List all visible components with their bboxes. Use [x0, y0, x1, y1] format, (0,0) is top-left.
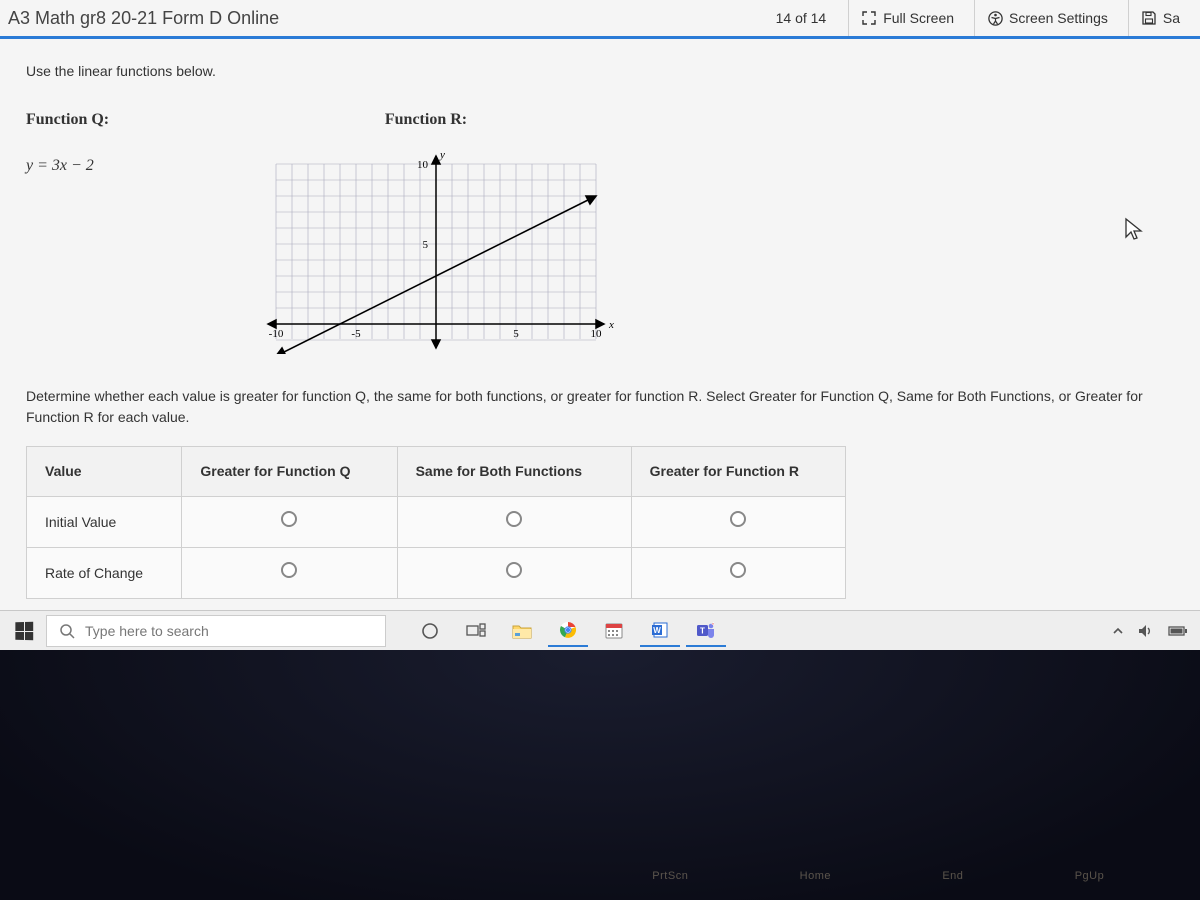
- function-q-block: Function Q: y = 3x − 2: [26, 108, 176, 354]
- function-key-row: PrtScn Home End PgUp: [0, 870, 1200, 882]
- header-controls: 14 of 14 Full Screen Screen Settings Sa: [762, 0, 1192, 36]
- fn-key: PrtScn: [652, 870, 688, 882]
- svg-text:-5: -5: [351, 328, 361, 340]
- question-prompt: Use the linear functions below.: [26, 61, 1174, 82]
- svg-text:-10: -10: [269, 328, 284, 340]
- tray-chevron-icon[interactable]: [1112, 625, 1124, 637]
- svg-text:x: x: [608, 319, 614, 331]
- fn-key: PgUp: [1075, 870, 1105, 882]
- file-explorer-icon[interactable]: [502, 615, 542, 647]
- chrome-icon[interactable]: [548, 615, 588, 647]
- radio-rate-same[interactable]: [506, 562, 522, 578]
- row-label-initial: Initial Value: [27, 497, 182, 548]
- svg-text:4: 4: [712, 622, 715, 628]
- svg-text:10: 10: [417, 159, 429, 171]
- volume-icon[interactable]: [1138, 624, 1154, 638]
- word-icon[interactable]: W: [640, 615, 680, 647]
- radio-rate-r[interactable]: [730, 562, 746, 578]
- mouse-cursor-icon: [1124, 217, 1144, 243]
- svg-text:10: 10: [591, 328, 603, 340]
- screen-settings-label: Screen Settings: [1009, 10, 1108, 26]
- fullscreen-icon: [861, 10, 877, 26]
- cortana-icon[interactable]: [410, 615, 450, 647]
- answer-table: Value Greater for Function Q Same for Bo…: [26, 446, 846, 599]
- function-r-graph: -10 -5 5 10 5 10 x y: [256, 144, 616, 354]
- header-bar: A3 Math gr8 20-21 Form D Online 14 of 14…: [0, 0, 1200, 36]
- taskbar-search[interactable]: Type here to search: [46, 615, 386, 647]
- fn-key: End: [942, 870, 963, 882]
- save-label: Sa: [1163, 10, 1180, 26]
- radio-initial-q[interactable]: [281, 511, 297, 527]
- table-row: Initial Value: [27, 497, 846, 548]
- search-placeholder: Type here to search: [85, 623, 209, 639]
- full-screen-label: Full Screen: [883, 10, 954, 26]
- function-q-label: Function Q:: [26, 108, 176, 132]
- svg-text:y: y: [439, 149, 445, 161]
- col-greater-r: Greater for Function R: [631, 447, 845, 497]
- table-row: Rate of Change: [27, 548, 846, 599]
- teams-icon[interactable]: T4: [686, 615, 726, 647]
- app-window: A3 Math gr8 20-21 Form D Online 14 of 14…: [0, 0, 1200, 640]
- screen-settings-button[interactable]: Screen Settings: [974, 0, 1120, 36]
- row-label-rate: Rate of Change: [27, 548, 182, 599]
- radio-rate-q[interactable]: [281, 562, 297, 578]
- question-content: Use the linear functions below. Function…: [0, 39, 1200, 609]
- save-button[interactable]: Sa: [1128, 0, 1192, 36]
- question-instructions: Determine whether each value is greater …: [26, 386, 1174, 428]
- taskbar: Type here to search W T4: [0, 610, 1200, 650]
- calendar-icon[interactable]: [594, 615, 634, 647]
- radio-initial-r[interactable]: [730, 511, 746, 527]
- taskbar-apps: W T4: [410, 615, 726, 647]
- fn-key: Home: [800, 870, 831, 882]
- svg-text:T: T: [700, 626, 705, 635]
- function-r-block: Function R:: [256, 108, 616, 354]
- col-value: Value: [27, 447, 182, 497]
- task-view-icon[interactable]: [456, 615, 496, 647]
- page-counter: 14 of 14: [762, 10, 841, 26]
- page-title: A3 Math gr8 20-21 Form D Online: [8, 8, 762, 29]
- battery-icon[interactable]: [1168, 625, 1188, 637]
- search-icon: [59, 623, 75, 639]
- col-same: Same for Both Functions: [397, 447, 631, 497]
- system-tray: [1112, 624, 1194, 638]
- radio-initial-same[interactable]: [506, 511, 522, 527]
- function-r-label: Function R:: [256, 108, 596, 132]
- function-q-equation: y = 3x − 2: [26, 154, 176, 178]
- windows-icon: [15, 621, 33, 640]
- table-header-row: Value Greater for Function Q Same for Bo…: [27, 447, 846, 497]
- start-button[interactable]: [6, 615, 42, 647]
- svg-text:5: 5: [513, 328, 519, 340]
- functions-row: Function Q: y = 3x − 2 Function R:: [26, 108, 1174, 354]
- col-greater-q: Greater for Function Q: [182, 447, 397, 497]
- full-screen-button[interactable]: Full Screen: [848, 0, 966, 36]
- svg-text:W: W: [653, 626, 661, 635]
- laptop-keyboard-area: PrtScn Home End PgUp: [0, 650, 1200, 900]
- save-icon: [1141, 10, 1157, 26]
- accessibility-icon: [987, 10, 1003, 26]
- svg-text:5: 5: [423, 239, 429, 251]
